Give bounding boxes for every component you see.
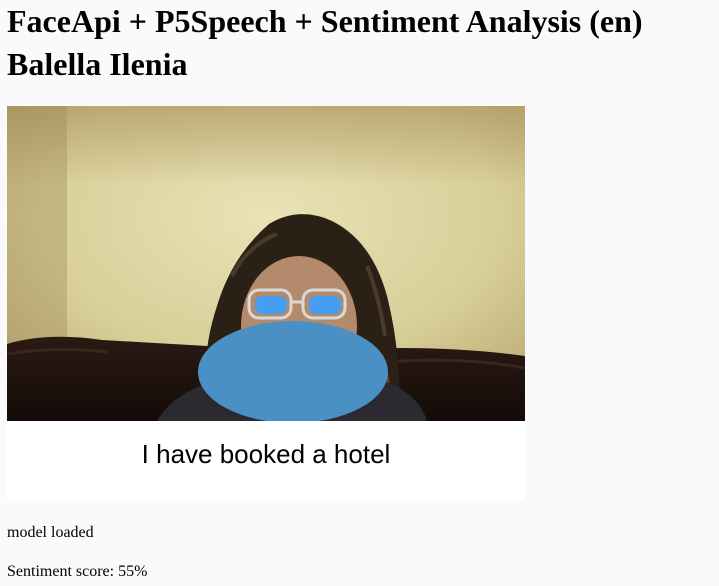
webcam-video-feed [7, 106, 525, 421]
model-status-text: model loaded [7, 524, 94, 541]
page-title-line-1: FaceApi + P5Speech + Sentiment Analysis … [7, 3, 643, 39]
face-overlay-ellipse [198, 321, 388, 421]
page-title: FaceApi + P5Speech + Sentiment Analysis … [7, 0, 643, 86]
page-title-line-2: Balella Ilenia [7, 46, 188, 82]
recognized-speech-text: I have booked a hotel [141, 439, 391, 469]
speech-caption-area: I have booked a hotel [7, 421, 525, 500]
sentiment-score-text: Sentiment score: 55% [7, 563, 148, 580]
sketch-canvas: I have booked a hotel [7, 106, 525, 500]
